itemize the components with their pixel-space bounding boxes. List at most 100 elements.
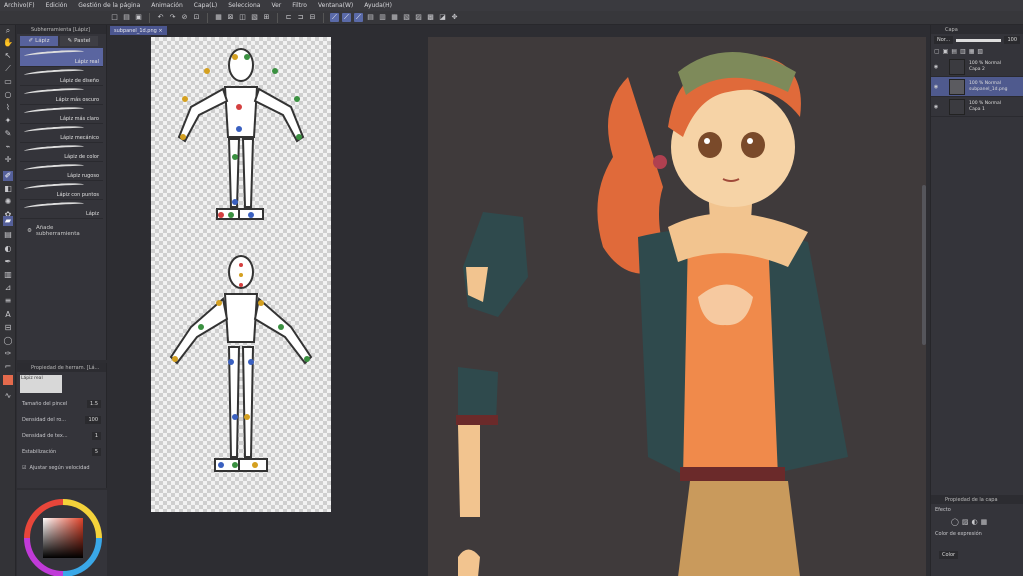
property-value[interactable]: 1.5 <box>87 400 101 408</box>
visibility-icon[interactable]: ◉ <box>931 104 941 110</box>
figure-icon[interactable]: ✒ <box>3 257 13 267</box>
undo-icon[interactable]: ↶ <box>156 13 165 22</box>
folder-icon[interactable]: ▧ <box>977 48 983 55</box>
redo-icon[interactable]: ↷ <box>168 13 177 22</box>
expression-color-select[interactable]: Color <box>939 551 959 559</box>
brush-item[interactable]: Lápiz de color <box>20 143 103 162</box>
tab-lapiz[interactable]: ✐ Lápiz <box>20 36 58 46</box>
layout-e-icon[interactable]: ▨ <box>414 13 423 22</box>
text-icon[interactable]: A <box>3 310 13 320</box>
brush-item[interactable]: Lápiz de diseño <box>20 67 103 86</box>
menu-animacion[interactable]: Animación <box>151 2 183 9</box>
brush-item[interactable]: Lápiz rugoso <box>20 162 103 181</box>
operation-icon[interactable]: ↖ <box>3 51 13 61</box>
property-value[interactable]: 5 <box>91 448 101 456</box>
effect-tone-icon[interactable]: ▨ <box>962 518 969 526</box>
menu-gestion-pagina[interactable]: Gestión de la página <box>78 2 140 9</box>
blend-mode-select[interactable]: Nor... <box>934 36 954 44</box>
menu-ayuda[interactable]: Ayuda(H) <box>364 2 392 9</box>
document-tab[interactable]: subpanel_1d.png × <box>110 26 167 35</box>
line-tool-icon[interactable]: ⌐ <box>3 362 13 372</box>
lines-icon[interactable]: ≡ <box>3 296 13 306</box>
brush-item[interactable]: Lápiz real <box>20 48 103 67</box>
balloon-icon[interactable]: ⊟ <box>3 323 13 333</box>
menu-ver[interactable]: Ver <box>271 2 281 9</box>
vertical-scrollbar[interactable] <box>922 185 926 345</box>
snap-special-icon[interactable]: ⟋ <box>354 13 363 22</box>
correct-line-icon[interactable]: ✑ <box>3 349 13 359</box>
eraser-icon[interactable]: ◧ <box>3 184 13 194</box>
main-color-swatch[interactable] <box>3 375 13 385</box>
layout-f-icon[interactable]: ▩ <box>426 13 435 22</box>
lock-icon[interactable]: ▣ <box>943 48 949 55</box>
menu-archivo[interactable]: Archivo(F) <box>4 2 35 9</box>
reference-icon[interactable]: ▥ <box>960 48 966 55</box>
visibility-icon[interactable]: ◉ <box>931 84 941 90</box>
menu-ventana[interactable]: Ventana(W) <box>318 2 353 9</box>
paste-icon[interactable]: ⊐ <box>296 13 305 22</box>
effect-border-icon[interactable]: ◯ <box>951 518 959 526</box>
ruler-tool-icon[interactable]: ⊿ <box>3 283 13 293</box>
velocity-checkbox-row[interactable]: ☑ Ajustar según velocidad <box>17 460 106 476</box>
airbrush-icon[interactable]: ✺ <box>3 197 13 207</box>
snap-grid-icon[interactable]: ⟋ <box>342 13 351 22</box>
brush-item[interactable]: Lápiz mecánico <box>20 124 103 143</box>
frame-border-icon[interactable]: ▥ <box>3 270 13 280</box>
marquee-icon[interactable]: ▭ <box>3 77 13 87</box>
fill-icon[interactable]: ▦ <box>214 13 223 22</box>
lasso-icon[interactable]: ○ <box>3 90 13 100</box>
new-layer-icon[interactable]: ▢ <box>934 48 940 55</box>
menu-filtro[interactable]: Filtro <box>292 2 307 9</box>
brush-item[interactable]: Lápiz con puntos <box>20 181 103 200</box>
speech-icon[interactable]: ◯ <box>3 336 13 346</box>
effect-color-icon[interactable]: ◐ <box>971 518 977 526</box>
brush-item[interactable]: Lápiz más oscuro <box>20 86 103 105</box>
move-icon[interactable]: ✥ <box>450 13 459 22</box>
snap-ruler-icon[interactable]: ⟋ <box>330 13 339 22</box>
move-tool-icon[interactable]: ✋ <box>3 38 13 48</box>
auto-select-icon[interactable]: ✦ <box>3 116 13 126</box>
clip-icon[interactable]: ▤ <box>951 48 957 55</box>
property-value[interactable]: 100 <box>85 416 101 424</box>
layout-g-icon[interactable]: ◪ <box>438 13 447 22</box>
frame-icon[interactable]: ⊟ <box>308 13 317 22</box>
open-file-icon[interactable]: ▤ <box>122 13 131 22</box>
mask-icon[interactable]: ▦ <box>969 48 975 55</box>
menu-selecciona[interactable]: Selecciona <box>228 2 260 9</box>
new-file-icon[interactable]: □ <box>110 13 119 22</box>
transform-icon[interactable]: ⊡ <box>192 13 201 22</box>
grid-icon[interactable]: ▧ <box>250 13 259 22</box>
transform-tool-icon[interactable]: ✛ <box>3 155 13 165</box>
eyedropper-icon[interactable]: ⟋ <box>3 64 13 74</box>
layout-d-icon[interactable]: ▧ <box>402 13 411 22</box>
menu-capa[interactable]: Capa(L) <box>194 2 217 9</box>
color-wheel[interactable] <box>17 490 107 576</box>
property-value[interactable]: 1 <box>91 432 101 440</box>
layout-c-icon[interactable]: ▦ <box>390 13 399 22</box>
canvas-area[interactable]: subpanel_1d.png × <box>108 25 926 576</box>
brush-item[interactable]: Lápiz <box>20 200 103 219</box>
opacity-value[interactable]: 100 <box>1004 36 1020 44</box>
layer-item[interactable]: ◉ 100 % Normal Capa 2 <box>931 57 1023 77</box>
add-subtool-button[interactable]: ⚙ Añade subherramienta <box>17 219 106 243</box>
ruler-icon[interactable]: ⊞ <box>262 13 271 22</box>
crop-icon[interactable]: ⊏ <box>284 13 293 22</box>
opacity-slider[interactable] <box>956 38 1002 42</box>
brush-item[interactable]: Lápiz más claro <box>20 105 103 124</box>
fill-tool-icon[interactable]: ▤ <box>3 230 13 240</box>
layer-item[interactable]: ◉ 100 % Normal subpanel_1d.png <box>931 77 1023 97</box>
layout-a-icon[interactable]: ▤ <box>366 13 375 22</box>
deselect-icon[interactable]: ⊠ <box>226 13 235 22</box>
save-icon[interactable]: ▣ <box>134 13 143 22</box>
menu-edicion[interactable]: Edición <box>46 2 68 9</box>
invert-icon[interactable]: ◫ <box>238 13 247 22</box>
pen-icon[interactable]: ✎ <box>3 129 13 139</box>
selection-pen-icon[interactable]: ⌇ <box>3 103 13 113</box>
brush-icon[interactable]: ⌁ <box>3 142 13 152</box>
visibility-icon[interactable]: ◉ <box>931 64 941 70</box>
gradient-icon[interactable]: ◐ <box>3 244 13 254</box>
wave-icon[interactable]: ∿ <box>3 391 13 401</box>
tab-pastel[interactable]: ✎ Pastel <box>60 36 98 46</box>
pencil-icon[interactable]: ✐ <box>3 171 13 181</box>
layer-item[interactable]: ◉ 100 % Normal Capa 1 <box>931 97 1023 117</box>
